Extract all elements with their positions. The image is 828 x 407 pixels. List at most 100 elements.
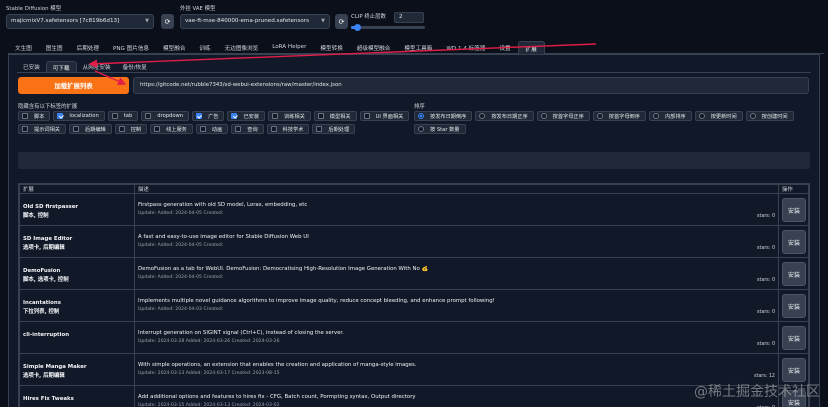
install-button[interactable]: 安装: [782, 198, 806, 222]
subtab-0[interactable]: 已安装: [17, 61, 46, 72]
install-button[interactable]: 安装: [782, 230, 806, 254]
tab-10[interactable]: 模型工具箱: [397, 41, 439, 54]
install-button[interactable]: 安装: [782, 358, 806, 382]
extension-cell: Hires Fix Tweaks: [19, 385, 135, 407]
checkbox-icon[interactable]: [316, 126, 323, 132]
checkbox-icon[interactable]: [22, 126, 28, 132]
clip-slider[interactable]: [351, 24, 425, 31]
extension-name[interactable]: SD Image Editor: [23, 236, 131, 242]
tab-5[interactable]: 训练: [192, 41, 217, 54]
checkbox-icon[interactable]: [231, 113, 238, 119]
install-button[interactable]: 安装: [782, 262, 806, 286]
radio-icon[interactable]: [652, 113, 659, 119]
tag-filter-checkbox[interactable]: tab: [107, 111, 139, 121]
tag-filter-checkbox[interactable]: 后期处理: [312, 124, 356, 134]
install-button[interactable]: 安装: [782, 326, 806, 350]
radio-icon[interactable]: [479, 113, 486, 119]
refresh-model-button[interactable]: ⟳: [161, 14, 174, 29]
tab-9[interactable]: 超级模型融合: [350, 41, 398, 54]
extension-description: Add additional options and features to h…: [138, 394, 416, 400]
radio-icon[interactable]: [418, 113, 424, 119]
tag-filter-checkbox[interactable]: 控制: [114, 124, 148, 134]
checkbox-icon[interactable]: [317, 113, 324, 119]
subtab-3[interactable]: 备份/恢复: [117, 61, 153, 72]
extension-name[interactable]: Hires Fix Tweaks: [23, 396, 131, 402]
radio-icon[interactable]: [596, 113, 603, 119]
checkbox-icon[interactable]: [270, 126, 277, 132]
tag-filter-checkbox[interactable]: dropdown: [141, 111, 190, 121]
model-label: Stable Diffusion 模型: [6, 6, 62, 12]
radio-icon[interactable]: [749, 113, 756, 119]
vae-select[interactable]: vae-ft-mse-840000-ema-pruned.safetensors…: [180, 14, 330, 29]
tab-11[interactable]: WD 1.4 标签器: [439, 41, 492, 54]
tag-filter-checkbox[interactable]: 已安装: [227, 111, 266, 121]
tab-12[interactable]: 设置: [492, 41, 517, 54]
sort-radio[interactable]: 按首字母倒序: [592, 111, 646, 121]
subtab-1[interactable]: 可下载: [45, 61, 77, 72]
tab-7[interactable]: LoRA Helper: [265, 41, 313, 54]
chevron-down-icon: ▼: [145, 18, 149, 24]
extension-subtabs: 已安装 可下载 从网址安装 备份/恢复: [17, 61, 153, 72]
checkbox-icon[interactable]: [72, 126, 79, 132]
checkbox-icon[interactable]: [111, 113, 118, 119]
tag-filter-checkbox[interactable]: UI 界面相关: [359, 111, 410, 121]
tag-filter-checkbox[interactable]: 提示词相关: [18, 124, 66, 134]
extension-tags: 下拉列表, 控制: [23, 309, 60, 315]
checkbox-icon[interactable]: [235, 126, 242, 132]
checkbox-label: tab: [123, 113, 133, 119]
model-select[interactable]: majicmixV7.safetensors [7c819b6d13] ▼: [6, 14, 154, 29]
clip-slider-handle[interactable]: [353, 24, 361, 31]
tag-filter-checkbox[interactable]: 科技学术: [266, 124, 310, 134]
extension-name[interactable]: cli-interruption: [23, 332, 131, 338]
extension-name[interactable]: Old SD firstpasser: [23, 204, 131, 210]
tag-filter-checkbox[interactable]: 动画: [195, 124, 229, 134]
checkbox-icon[interactable]: [22, 113, 28, 119]
sort-radio[interactable]: 按更新时间: [694, 111, 743, 121]
checkbox-icon[interactable]: [199, 126, 206, 132]
checkbox-icon[interactable]: [118, 126, 125, 132]
sort-radio[interactable]: 内部排序: [648, 111, 692, 121]
load-extension-list-button[interactable]: 加载扩展列表: [18, 77, 129, 94]
tag-filter-checkbox[interactable]: 模型相关: [313, 111, 357, 121]
sort-radio[interactable]: 按发布日期倒序: [414, 111, 473, 121]
tab-0[interactable]: 文生图: [8, 41, 39, 54]
tag-filter-checkbox[interactable]: 训练相关: [268, 111, 311, 121]
tab-2[interactable]: 后期处理: [70, 41, 106, 54]
extension-name[interactable]: DemoFusion: [23, 268, 131, 274]
tab-4[interactable]: 模型融合: [156, 41, 192, 54]
checkbox-icon[interactable]: [196, 113, 203, 119]
tab-13[interactable]: 扩展: [517, 41, 545, 54]
sort-radio[interactable]: 按 Star 数量: [414, 124, 466, 134]
tag-filter-checkbox[interactable]: 查询: [231, 124, 264, 134]
clip-number-input[interactable]: 2: [394, 12, 424, 23]
sort-radio[interactable]: 按创建时间: [745, 111, 794, 121]
tab-8[interactable]: 模型转换: [313, 41, 349, 54]
index-url-input[interactable]: https://gitcode.net/rubble7343/sd-webui-…: [133, 77, 809, 94]
refresh-vae-button[interactable]: ⟳: [335, 14, 348, 29]
install-button[interactable]: 安装: [782, 294, 806, 318]
radio-icon[interactable]: [418, 126, 424, 132]
radio-icon[interactable]: [540, 113, 547, 119]
table-row: cli-interruption Interrupt generation on …: [19, 321, 809, 354]
tab-1[interactable]: 图生图: [39, 41, 70, 54]
checkbox-icon[interactable]: [272, 113, 279, 119]
tab-6[interactable]: 无边图像浏览: [218, 41, 266, 54]
tag-filter-checkbox[interactable]: 线上服务: [150, 124, 193, 134]
tab-3[interactable]: PNG 图片信息: [106, 41, 156, 54]
column-header-action: 操作: [778, 184, 809, 194]
tag-filter-checkbox[interactable]: 广告: [192, 111, 225, 121]
tag-filter-checkbox[interactable]: 后期编辑: [68, 124, 112, 134]
tag-filter-checkbox[interactable]: 脚本: [18, 111, 51, 121]
sort-radio[interactable]: 按首字母正序: [536, 111, 590, 121]
extension-name[interactable]: Incantations: [23, 300, 131, 306]
checkbox-icon[interactable]: [363, 113, 370, 119]
checkbox-icon[interactable]: [145, 113, 152, 119]
tag-filter-checkbox[interactable]: localization: [53, 111, 105, 121]
subtab-2[interactable]: 从网址安装: [77, 61, 117, 72]
radio-icon[interactable]: [698, 113, 705, 119]
extension-name[interactable]: Simple Manga Maker: [23, 364, 131, 370]
sort-radio[interactable]: 按发布日期正序: [475, 111, 534, 121]
extension-cell: SD Image Editor 选项卡, 后期编辑: [19, 225, 135, 258]
checkbox-icon[interactable]: [57, 113, 64, 119]
checkbox-icon[interactable]: [154, 126, 161, 132]
